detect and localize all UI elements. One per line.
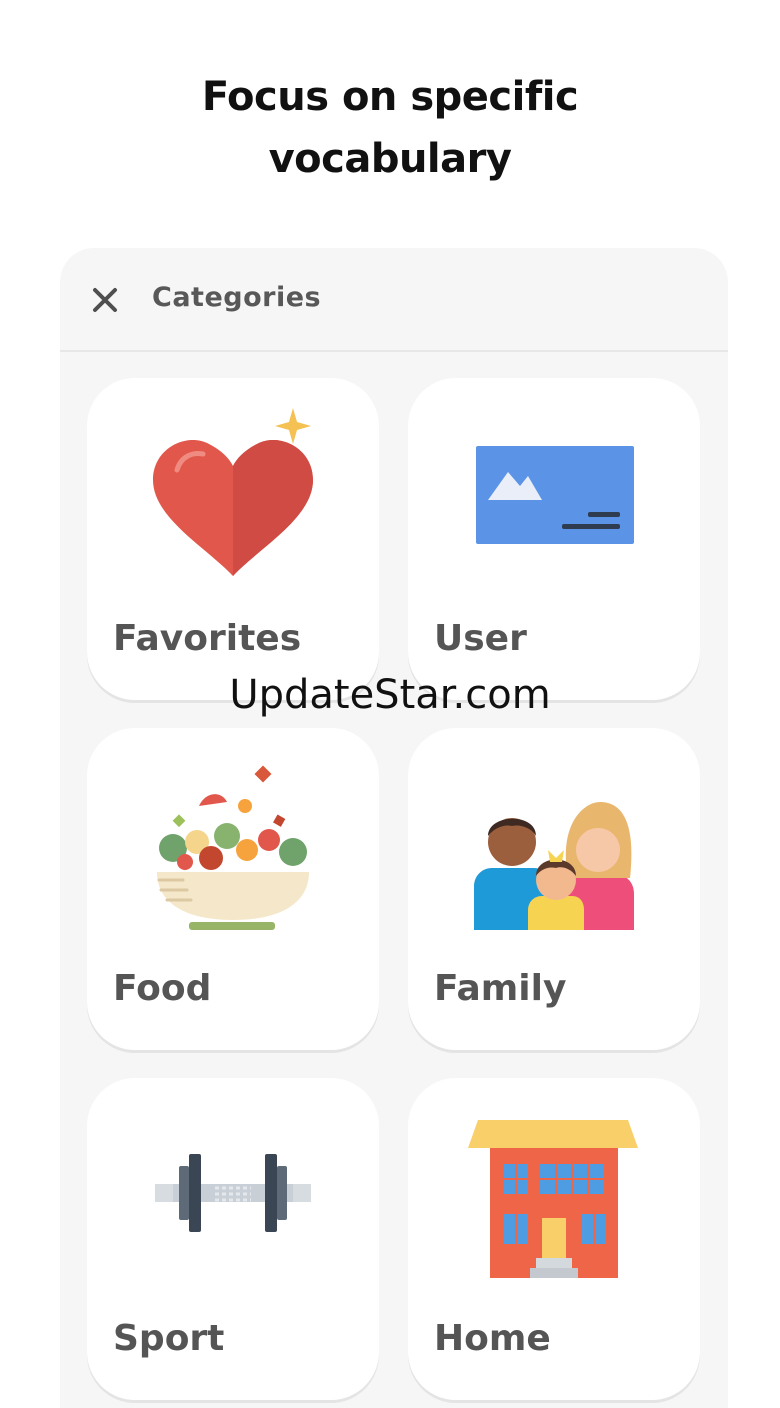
category-label: Sport (113, 1318, 225, 1359)
category-label: User (434, 618, 527, 659)
category-card-family[interactable]: Family (408, 728, 700, 1050)
category-card-sport[interactable]: Sport (87, 1078, 379, 1400)
category-card-user[interactable]: User (408, 378, 700, 700)
category-label: Food (113, 968, 212, 1009)
category-label: Family (434, 968, 567, 1009)
category-label: Favorites (113, 618, 302, 659)
category-card-favorites[interactable]: Favorites (87, 378, 379, 700)
panel-header: Categories (60, 248, 728, 352)
categories-panel: Categories Favorites User Food Family Sp… (60, 248, 728, 1408)
category-label: Home (434, 1318, 551, 1359)
salad-bowl-icon (157, 765, 309, 930)
page-headline: Focus on specific vocabulary (0, 66, 780, 190)
family-icon (474, 802, 634, 930)
house-icon (468, 1120, 638, 1278)
category-card-home[interactable]: Home (408, 1078, 700, 1400)
headline-line-2: vocabulary (268, 136, 512, 182)
panel-title: Categories (152, 282, 322, 313)
category-card-food[interactable]: Food (87, 728, 379, 1050)
dumbbell-icon (155, 1154, 311, 1232)
close-icon[interactable] (90, 285, 120, 315)
image-card-icon (476, 446, 634, 544)
headline-line-1: Focus on specific (201, 74, 579, 120)
heart-icon (153, 408, 313, 576)
